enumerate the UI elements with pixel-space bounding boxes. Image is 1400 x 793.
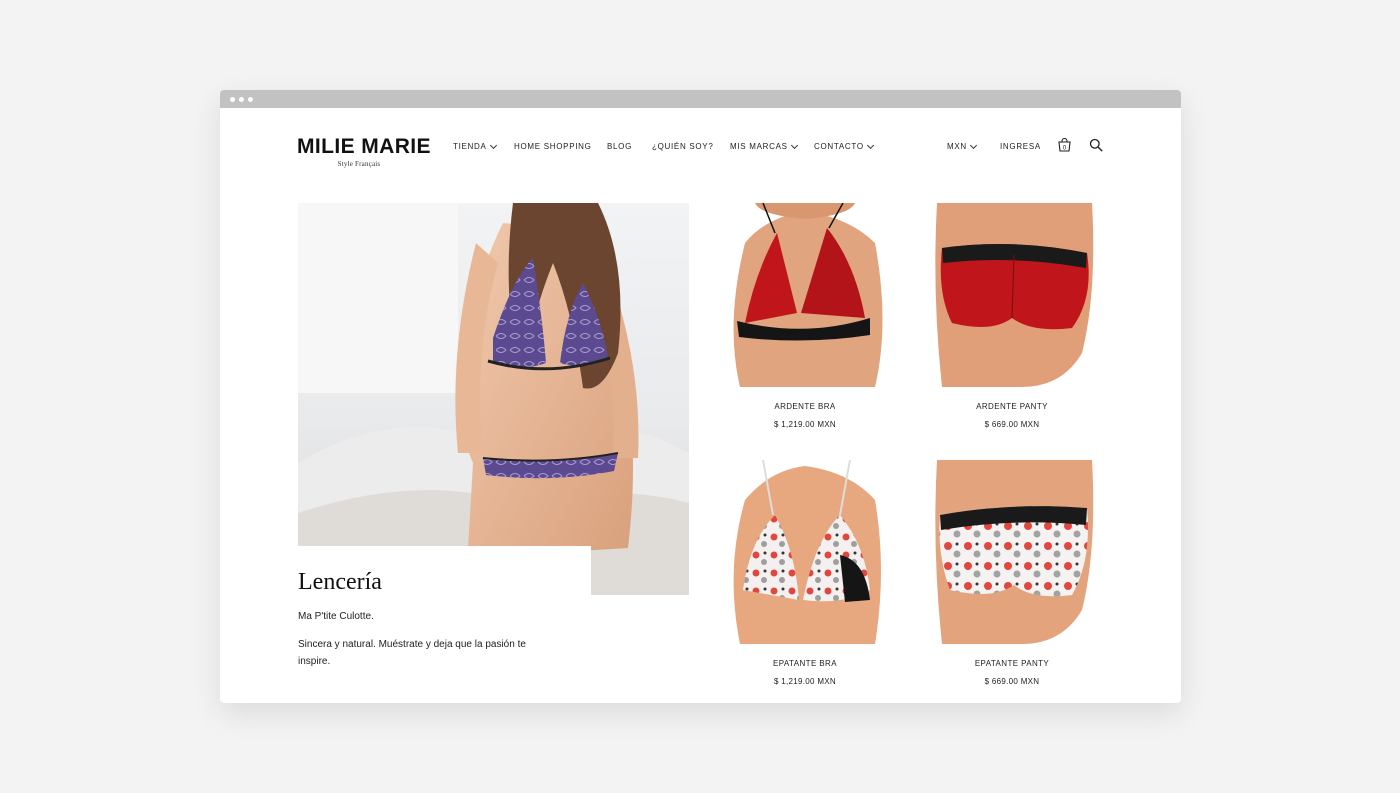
chevron-down-icon [790, 141, 798, 149]
brand-logo[interactable]: MILIE MARIE Style Français [297, 135, 431, 168]
product-price: $ 1,219.00 MXN [773, 420, 836, 429]
nav-label: ¿QUIÉN SOY? [652, 142, 714, 151]
product-card-ardente-panty[interactable]: ARDENTE PANTY $ 669.00 MXN [922, 203, 1102, 429]
product-card-epatante-bra[interactable]: EPATANTE BRA $ 1,219.00 MXN [715, 460, 895, 686]
product-price: $ 669.00 MXN [984, 420, 1040, 429]
product-image[interactable] [715, 203, 895, 387]
hero-title: Lencería [298, 569, 382, 595]
nav-label: BLOG [607, 142, 633, 151]
product-price: $ 669.00 MXN [984, 677, 1040, 686]
nav-item-tienda[interactable]: TIENDA [453, 141, 497, 151]
nav-item-contacto[interactable]: CONTACTO [814, 141, 874, 151]
product-price: $ 1,219.00 MXN [773, 677, 836, 686]
nav-item-blog[interactable]: BLOG [607, 142, 632, 151]
product-name[interactable]: ARDENTE BRA [715, 402, 895, 411]
window-dot [230, 97, 235, 102]
login-label: INGRESA [1000, 142, 1041, 151]
nav-item-quien-soy[interactable]: ¿QUIÉN SOY? [652, 142, 714, 151]
browser-titlebar [220, 90, 1181, 108]
nav-label: HOME SHOPPING [514, 142, 592, 151]
hero-subtitle: Ma P'tite Culotte. [298, 611, 374, 622]
hero-photo [298, 203, 689, 595]
login-link[interactable]: INGRESA [1000, 142, 1041, 151]
shopping-bag-icon: 0 [1058, 137, 1071, 152]
brand-tagline: Style Français [337, 160, 381, 168]
search-icon [1089, 138, 1103, 152]
chevron-down-icon [866, 141, 874, 149]
product-image[interactable] [715, 460, 895, 644]
chevron-down-icon [489, 141, 497, 149]
product-photo [715, 460, 895, 644]
nav-label: MIS MARCAS [730, 142, 788, 151]
product-name[interactable]: EPATANTE PANTY [922, 659, 1102, 668]
product-image[interactable] [922, 460, 1102, 644]
browser-window: MILIE MARIE Style Français TIENDA HOME S… [220, 90, 1181, 703]
brand-name: MILIE MARIE [297, 135, 431, 158]
product-photo [922, 460, 1102, 644]
nav-label: TIENDA [453, 142, 487, 151]
hero-caption: Lencería Ma P'tite Culotte. Sincera y na… [298, 546, 591, 686]
currency-selector[interactable]: MXN [947, 141, 977, 151]
product-name[interactable]: EPATANTE BRA [715, 659, 895, 668]
nav-label: CONTACTO [814, 142, 864, 151]
cart-count: 0 [1063, 145, 1067, 151]
nav-item-mis-marcas[interactable]: MIS MARCAS [730, 141, 798, 151]
window-dot [239, 97, 244, 102]
chevron-down-icon [969, 141, 977, 149]
product-card-epatante-panty[interactable]: EPATANTE PANTY $ 669.00 MXN [922, 460, 1102, 686]
search-button[interactable] [1089, 138, 1103, 152]
hero-image[interactable] [298, 203, 689, 595]
nav-item-home-shopping[interactable]: HOME SHOPPING [514, 142, 592, 151]
window-dot [248, 97, 253, 102]
product-photo [715, 203, 895, 387]
cart-button[interactable]: 0 [1058, 137, 1071, 152]
currency-label: MXN [947, 142, 967, 151]
product-photo [922, 203, 1102, 387]
product-name[interactable]: ARDENTE PANTY [922, 402, 1102, 411]
product-card-ardente-bra[interactable]: ARDENTE BRA $ 1,219.00 MXN [715, 203, 895, 429]
hero-description: Sincera y natural. Muéstrate y deja que … [298, 639, 526, 667]
product-image[interactable] [922, 203, 1102, 387]
